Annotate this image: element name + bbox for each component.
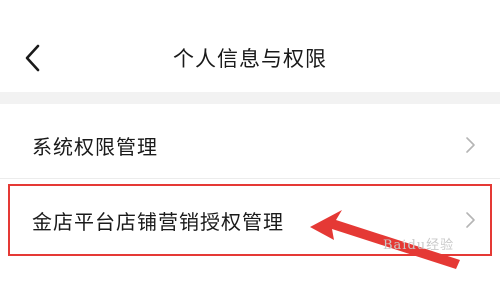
chevron-right-icon	[464, 210, 478, 234]
header-bar: 个人信息与权限	[0, 0, 500, 92]
chevron-right-icon	[464, 135, 478, 159]
menu-item-label: 金店平台店铺营销授权管理	[32, 210, 284, 234]
row-divider	[0, 178, 500, 179]
watermark: Baidu经验	[383, 238, 455, 253]
menu-item-label: 系统权限管理	[32, 135, 158, 159]
menu-item-system-permissions[interactable]: 系统权限管理	[0, 108, 500, 178]
section-divider	[0, 92, 500, 104]
page-title: 个人信息与权限	[173, 47, 327, 71]
